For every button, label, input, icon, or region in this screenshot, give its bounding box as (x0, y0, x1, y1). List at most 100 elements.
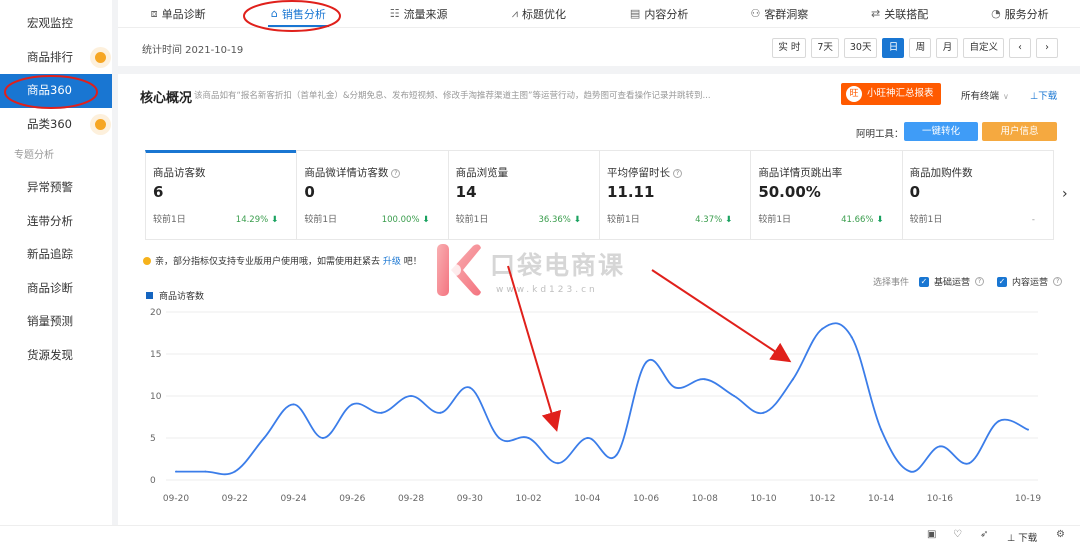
data-point[interactable] (498, 437, 501, 439)
tab-item[interactable]: ☷ 流量来源 (359, 0, 479, 27)
data-point[interactable] (1027, 428, 1029, 431)
terminal-select[interactable]: 所有终端 ∨ (961, 88, 1009, 102)
data-point[interactable] (175, 470, 177, 473)
data-point[interactable] (880, 428, 883, 431)
date-range-button[interactable]: 月 (936, 38, 959, 58)
sidebar-item[interactable]: 销量预测 (0, 305, 112, 339)
date-range-button[interactable]: 日 (882, 38, 905, 58)
wang-icon: 旺 (846, 86, 862, 102)
upgrade-link[interactable]: 升级 (383, 257, 401, 267)
watermark-url: www.kd123.cn (496, 285, 598, 295)
sidebar-item[interactable]: 货源发现 (0, 339, 112, 373)
convert-button[interactable]: 一键转化 (904, 122, 978, 141)
metric-card[interactable]: 商品详情页跳出率 50.00% 较前1日 41.66% ⬇ (750, 150, 902, 240)
tab-item[interactable]: ⩘ 标题优化 (479, 0, 599, 27)
sidebar-item[interactable]: 商品360 (0, 74, 112, 108)
metric-card[interactable]: 商品微详情访客数? 0 较前1日 100.00% ⬇ (296, 150, 448, 240)
tab-label: 服务分析 (1004, 7, 1049, 21)
help-icon[interactable]: ? (975, 277, 985, 286)
data-point[interactable] (351, 403, 354, 406)
metric-change: 41.66% ⬇ (841, 215, 884, 225)
data-point[interactable] (410, 395, 413, 397)
date-range-button[interactable]: 30天 (843, 38, 878, 58)
metric-compare-label: 较前1日 (758, 215, 792, 225)
data-point[interactable] (380, 411, 383, 414)
metric-card[interactable]: 商品访客数 6 较前1日 14.29% ⬇ (145, 150, 297, 240)
settings-icon[interactable]: ⚙ (1056, 529, 1065, 540)
data-point[interactable] (674, 386, 677, 389)
data-point[interactable] (586, 437, 589, 439)
data-point[interactable] (850, 336, 853, 339)
help-icon[interactable]: ? (1053, 277, 1063, 286)
tab-item[interactable]: ⧈ 单品诊断 (118, 0, 238, 27)
metric-card[interactable]: 平均停留时长? 11.11 较前1日 4.37% ⬇ (598, 150, 751, 240)
tab-item[interactable]: ⇄ 关联搭配 (840, 0, 960, 27)
data-point[interactable] (263, 437, 266, 439)
tab-item[interactable]: ▤ 内容分析 (599, 0, 719, 27)
download-link[interactable]: ⊥下载 (1030, 88, 1057, 102)
next-metrics-icon[interactable]: › (1062, 186, 1068, 202)
tools-label: 阿明工具： (856, 129, 904, 140)
data-point[interactable] (321, 437, 324, 439)
basic-ops-checkbox[interactable]: ✓ (919, 276, 930, 287)
series-line[interactable] (176, 322, 1029, 476)
data-point[interactable] (527, 437, 530, 439)
data-point[interactable] (233, 470, 236, 473)
legend-swatch (146, 292, 153, 299)
image-icon[interactable]: ▣ (927, 529, 936, 540)
y-tick-label: 15 (150, 350, 161, 360)
wang-report-button[interactable]: 旺 小旺神汇总报表 (841, 83, 941, 105)
event-selector: 选择事件 ✓ 基础运营 ? ✓ 内容运营 ? (873, 275, 1070, 288)
tab-item[interactable]: ⌂ 销售分析 (238, 0, 358, 27)
metric-card[interactable]: 商品加购件数 0 较前1日 - (901, 150, 1054, 240)
metric-label-text: 商品加购件数 (909, 167, 973, 179)
date-range-button[interactable]: 实 时 (772, 38, 807, 58)
data-point[interactable] (791, 378, 794, 381)
content-ops-checkbox[interactable]: ✓ (997, 276, 1008, 287)
heart-icon[interactable]: ♡ (953, 529, 962, 540)
data-point[interactable] (703, 378, 706, 381)
sidebar-item[interactable]: 商品诊断 (0, 272, 112, 306)
date-range-button[interactable]: 自定义 (963, 38, 1004, 58)
sidebar-item[interactable]: 品类360 (0, 108, 112, 142)
event-label: 选择事件 (873, 278, 910, 288)
tab-item[interactable]: ⚇ 客群洞察 (719, 0, 839, 27)
user-info-button[interactable]: 用户信息 (982, 122, 1057, 141)
data-point[interactable] (821, 327, 824, 330)
x-tick-label: 09-24 (280, 494, 306, 504)
sidebar: 宏观监控 商品排行 商品360 品类360 专题分析 异常预警 连带分析 新品追踪 商品诊断 销量… (0, 0, 112, 525)
date-range-button[interactable]: 周 (909, 38, 932, 58)
data-point[interactable] (938, 445, 941, 448)
metric-card[interactable]: 商品浏览量 14 较前1日 36.36% ⬇ (447, 150, 599, 240)
tab-label: 单品诊断 (161, 7, 206, 21)
data-point[interactable] (762, 411, 765, 414)
prev-page-button[interactable]: ‹ (1009, 38, 1031, 58)
tab-item[interactable]: ◔ 服务分析 (960, 0, 1080, 27)
next-page-button[interactable]: › (1036, 38, 1058, 58)
data-point[interactable] (439, 411, 442, 414)
data-point[interactable] (292, 403, 295, 406)
help-icon[interactable]: ? (672, 169, 682, 178)
data-point[interactable] (556, 462, 559, 465)
metric-change: - (1032, 215, 1035, 225)
data-point[interactable] (968, 462, 971, 465)
bottom-download-button[interactable]: ⊥ 下载 (1007, 530, 1037, 544)
x-tick-label: 10-08 (692, 494, 718, 504)
sidebar-item[interactable]: 异常预警 (0, 171, 112, 205)
date-range-button[interactable]: 7天 (811, 38, 839, 58)
sidebar-item[interactable]: 商品排行 (0, 41, 112, 75)
data-point[interactable] (909, 470, 912, 473)
data-point[interactable] (204, 470, 207, 473)
sidebar-item[interactable]: 宏观监控 (0, 7, 112, 41)
sidebar-item[interactable]: 新品追踪 (0, 238, 112, 272)
data-point[interactable] (468, 386, 471, 389)
tab-bar: ⧈ 单品诊断 ⌂ 销售分析 ☷ 流量来源 ⩘ 标题优化 ▤ 内容分析 ⚇ 客群洞察 ⇄ 关联搭配 ◔ 服务分析 (118, 0, 1080, 28)
data-point[interactable] (615, 453, 618, 456)
help-icon[interactable]: ? (391, 169, 401, 178)
rocket-icon[interactable]: ➶ (980, 529, 988, 540)
sidebar-item[interactable]: 连带分析 (0, 205, 112, 239)
data-point[interactable] (997, 420, 1000, 423)
data-point[interactable] (733, 395, 736, 397)
data-point[interactable] (645, 361, 648, 364)
tab-label: 客群洞察 (764, 7, 809, 21)
